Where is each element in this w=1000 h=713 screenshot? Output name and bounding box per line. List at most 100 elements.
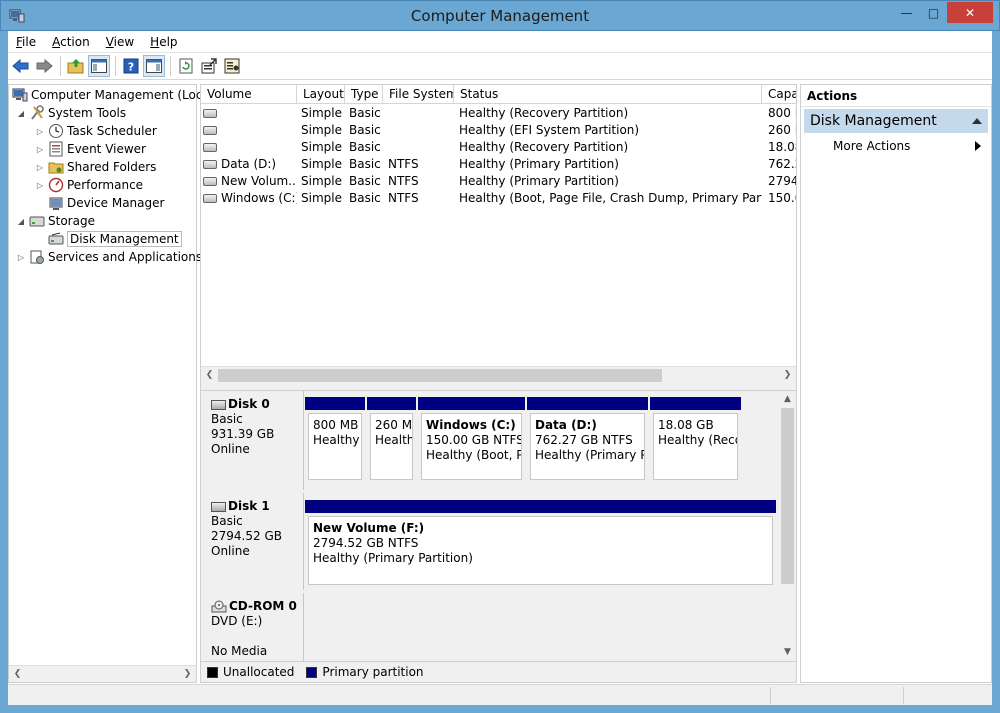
column-header-volume[interactable]: Volume (201, 85, 297, 104)
cell-capacity-text: 260 M (768, 123, 796, 137)
svg-text:?: ? (128, 61, 134, 74)
disk-kind: Basic (211, 514, 243, 528)
tree-item-system-tools[interactable]: ◢ System Tools (15, 104, 126, 122)
column-header-status[interactable]: Status (454, 85, 762, 104)
forward-button[interactable] (33, 55, 55, 77)
menu-help[interactable]: Help (142, 35, 185, 49)
collapse-arrow-icon[interactable]: ◢ (15, 109, 27, 118)
close-button[interactable]: ✕ (947, 2, 993, 23)
tree-item-services-and-applications[interactable]: ▷ Services and Applications (15, 248, 202, 266)
tree-item-task-scheduler[interactable]: ▷ Task Scheduler (34, 122, 157, 140)
scroll-left-icon[interactable]: ❮ (201, 367, 218, 384)
partition-disk0-recovery-800mb[interactable]: 800 MB Healthy (305, 397, 365, 483)
minimize-button[interactable]: — (893, 2, 920, 23)
cell-status: Healthy (Boot, Page File, Crash Dump, Pr… (459, 190, 762, 207)
scroll-up-icon[interactable]: ▲ (779, 391, 796, 408)
partition-body: 260 MI Health (370, 413, 413, 480)
tree-horizontal-scrollbar[interactable]: ❮ ❯ (9, 665, 196, 682)
expand-arrow-icon[interactable]: ▷ (34, 127, 46, 136)
graphical-view-vertical-scrollbar[interactable]: ▲ ▼ (779, 391, 796, 661)
cell-type-text: Basic (349, 123, 381, 137)
forward-arrow-icon (36, 58, 53, 74)
export-list-button[interactable] (198, 55, 220, 77)
window-title: Computer Management (410, 7, 590, 25)
scroll-down-icon[interactable]: ▼ (779, 644, 796, 661)
scroll-thumb[interactable] (218, 369, 662, 382)
cell-capacity: 150.0 (768, 190, 796, 207)
cell-status: Healthy (Recovery Partition) (459, 105, 762, 122)
scroll-right-icon[interactable]: ❯ (179, 666, 196, 683)
cell-capacity-text: 18.08 (768, 140, 796, 154)
collapse-up-icon[interactable] (972, 117, 982, 125)
up-one-level-button[interactable] (65, 55, 87, 77)
back-button[interactable] (10, 55, 32, 77)
volume-list-horizontal-scrollbar[interactable]: ❮ ❯ (201, 366, 796, 383)
actions-section-disk-management[interactable]: Disk Management (804, 109, 988, 133)
cell-file-system: NTFS (388, 190, 454, 207)
toolbar-separator (170, 56, 171, 76)
expand-arrow-icon[interactable]: ▷ (34, 181, 46, 190)
more-actions-item[interactable]: More Actions (801, 135, 991, 157)
menu-view[interactable]: View (98, 35, 142, 49)
partition-legend: Unallocated Primary partition (201, 661, 796, 682)
tree-item-disk-management[interactable]: Disk Management (46, 230, 182, 248)
expand-arrow-icon[interactable]: ▷ (34, 163, 46, 172)
partition-disk0-windows-c[interactable]: Windows (C:) 150.00 GB NTFS Healthy (Boo… (418, 397, 525, 483)
expand-arrow-icon[interactable]: ▷ (15, 253, 27, 262)
table-row[interactable]: Simple Basic Healthy (EFI System Partition… (201, 122, 796, 139)
volume-drive-icon (203, 143, 217, 152)
column-header-layout[interactable]: Layout (297, 85, 345, 104)
cell-capacity: 800 M (768, 105, 796, 122)
column-header-capacity[interactable]: Capa (762, 85, 796, 104)
actions-section-label: Disk Management (810, 113, 937, 129)
collapse-arrow-icon[interactable]: ◢ (15, 217, 27, 226)
partition-disk1-new-volume-f[interactable]: New Volume (F:) 2794.52 GB NTFS Healthy … (305, 500, 776, 588)
scroll-left-icon[interactable]: ❮ (9, 666, 26, 683)
table-row[interactable]: Simple Basic Healthy (Recovery Partition) 1… (201, 139, 796, 156)
refresh-button[interactable] (175, 55, 197, 77)
menu-bar: File Action View Help (8, 31, 992, 53)
table-row[interactable]: New Volum... Simple Basic NTFS Healthy (Prim… (201, 173, 796, 190)
help-button[interactable]: ? (120, 55, 142, 77)
partition-disk0-recovery-18gb[interactable]: 18.08 GB Healthy (Recov (650, 397, 741, 483)
partition-name: Data (D:) (535, 418, 597, 432)
column-header-type[interactable]: Type (345, 85, 383, 104)
cell-layout-text: Simple (301, 123, 342, 137)
table-row[interactable]: Windows (C:) Simple Basic NTFS Healthy (Boot… (201, 190, 796, 207)
expand-arrow-icon[interactable]: ▷ (34, 145, 46, 154)
partition-body: 800 MB Healthy (308, 413, 362, 480)
cell-file-system (388, 139, 454, 156)
table-row[interactable]: Data (D:) Simple Basic NTFS Healthy (Primary… (201, 156, 796, 173)
partition-disk0-efi-260mb[interactable]: 260 MI Health (367, 397, 416, 483)
tree-item-computer-management[interactable]: Computer Management (Local (10, 86, 213, 104)
tree-item-device-manager[interactable]: Device Manager (46, 194, 164, 212)
cell-layout: Simple (301, 173, 345, 190)
disk-graphical-view: Disk 0 Basic 931.39 GB Online 800 MB Hea… (201, 391, 796, 661)
menu-file[interactable]: File (8, 35, 44, 49)
status-bar-divider (770, 687, 771, 704)
tree-item-shared-folders[interactable]: ▷ Shared Folders (34, 158, 156, 176)
disk-state: Online (211, 442, 250, 456)
column-header-file-system[interactable]: File System (383, 85, 454, 104)
menu-action[interactable]: Action (44, 35, 98, 49)
device-manager-icon (49, 197, 63, 210)
scroll-right-icon[interactable]: ❯ (779, 367, 796, 384)
partition-disk0-data-d[interactable]: Data (D:) 762.27 GB NTFS Healthy (Primar… (527, 397, 648, 483)
table-row[interactable]: Simple Basic Healthy (Recovery Partition) 8… (201, 105, 796, 122)
scroll-thumb[interactable] (781, 408, 794, 584)
show-hide-console-tree-button[interactable] (88, 55, 110, 77)
tree-item-performance[interactable]: ▷ Performance (34, 176, 143, 194)
properties-button[interactable] (221, 55, 243, 77)
show-hide-action-pane-button[interactable] (143, 55, 165, 77)
pane-splitter[interactable] (201, 383, 796, 391)
disk-1-label[interactable]: Disk 1 Basic 2794.52 GB Online (204, 493, 304, 590)
tree-item-event-viewer[interactable]: ▷ Event Viewer (34, 140, 146, 158)
cdrom-0-label[interactable]: CD-ROM 0 DVD (E:) No Media (204, 593, 304, 661)
menu-action-accel: A (52, 34, 61, 49)
hard-disk-icon (211, 501, 226, 512)
disk-0-label[interactable]: Disk 0 Basic 931.39 GB Online (204, 391, 304, 490)
tree-item-storage[interactable]: ◢ Storage (15, 212, 95, 230)
maximize-button[interactable]: □ (920, 2, 947, 23)
properties-icon (224, 58, 240, 74)
tree-item-label: Computer Management (Local (31, 88, 214, 102)
